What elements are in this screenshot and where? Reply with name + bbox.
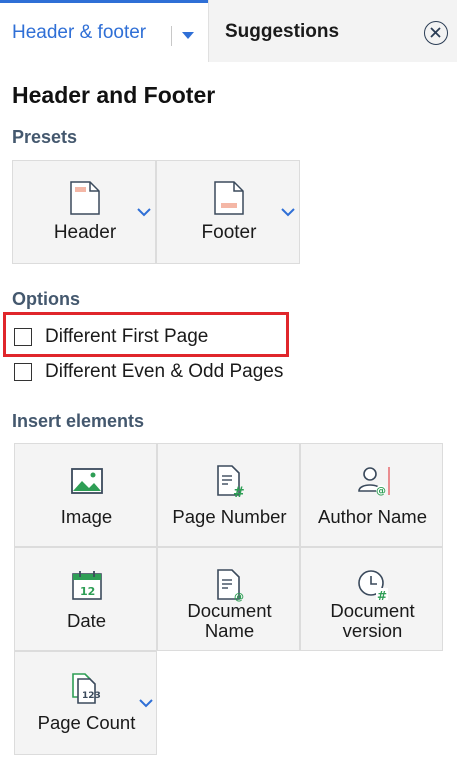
page-count-icon: 123: [72, 673, 101, 704]
svg-text:#: #: [233, 485, 245, 498]
insert-image-label: Image: [60, 506, 113, 527]
insert-page-number-button[interactable]: # Page Number: [157, 443, 300, 547]
insert-author-name-button[interactable]: @ Author Name: [300, 443, 443, 547]
tab-header-footer-label: Header & footer: [12, 22, 147, 43]
document-name-icon: @: [217, 569, 244, 602]
tab-dropdown-caret-icon[interactable]: [182, 32, 194, 39]
chevron-down-icon[interactable]: [281, 207, 295, 217]
insert-document-version-label-line2: version: [342, 620, 403, 641]
header-preset-label: Header: [53, 222, 117, 243]
tab-bar: Header & footer Suggestions: [0, 0, 457, 62]
tab-suggestions[interactable]: Suggestions: [208, 0, 457, 62]
insert-page-number-label: Page Number: [172, 506, 287, 527]
insert-document-name-label-line2: Name: [204, 620, 255, 641]
date-icon: 12: [72, 571, 102, 600]
insert-document-version-button[interactable]: # Document version: [300, 547, 443, 651]
checkbox[interactable]: [14, 363, 32, 381]
insert-document-name-button[interactable]: @ Document Name: [157, 547, 300, 651]
page-number-icon: #: [217, 465, 245, 498]
insert-date-button[interactable]: 12 Date: [14, 547, 157, 651]
svg-text:@: @: [376, 486, 386, 497]
insert-elements-section-title: Insert elements: [12, 411, 145, 431]
insert-document-version-label-line1: Document: [330, 600, 415, 621]
insert-document-name-label-line1: Document: [187, 600, 272, 621]
close-icon: [430, 27, 441, 38]
insert-image-button[interactable]: Image: [14, 443, 157, 547]
insert-date-label: Date: [66, 610, 107, 631]
header-preset-icon: [70, 181, 100, 215]
chevron-down-icon[interactable]: [139, 698, 153, 708]
tab-divider: [171, 26, 172, 46]
image-icon: [71, 468, 103, 494]
svg-text:123: 123: [82, 691, 101, 701]
option-label: Different Even & Odd Pages: [45, 361, 284, 382]
tab-header-footer[interactable]: Header & footer: [0, 0, 208, 62]
document-version-icon: #: [358, 570, 388, 602]
highlight-box: [3, 312, 289, 357]
tab-suggestions-label: Suggestions: [225, 21, 340, 42]
insert-page-count-label: Page Count: [37, 712, 136, 733]
insert-page-count-button[interactable]: 123 Page Count: [14, 651, 157, 755]
footer-preset-icon: [214, 181, 244, 215]
close-panel-button[interactable]: [424, 21, 448, 45]
footer-preset-button[interactable]: Footer: [156, 160, 300, 264]
option-different-even-odd-pages[interactable]: Different Even & Odd Pages: [14, 361, 314, 385]
insert-author-name-label: Author Name: [318, 506, 427, 527]
chevron-down-icon[interactable]: [137, 207, 151, 217]
options-section-title: Options: [12, 289, 80, 309]
header-preset-button[interactable]: Header: [12, 160, 156, 264]
author-name-icon: @: [358, 467, 390, 497]
panel-title: Header and Footer: [12, 82, 216, 108]
presets-section-title: Presets: [12, 127, 78, 147]
footer-preset-label: Footer: [201, 222, 257, 243]
svg-text:12: 12: [80, 585, 95, 598]
